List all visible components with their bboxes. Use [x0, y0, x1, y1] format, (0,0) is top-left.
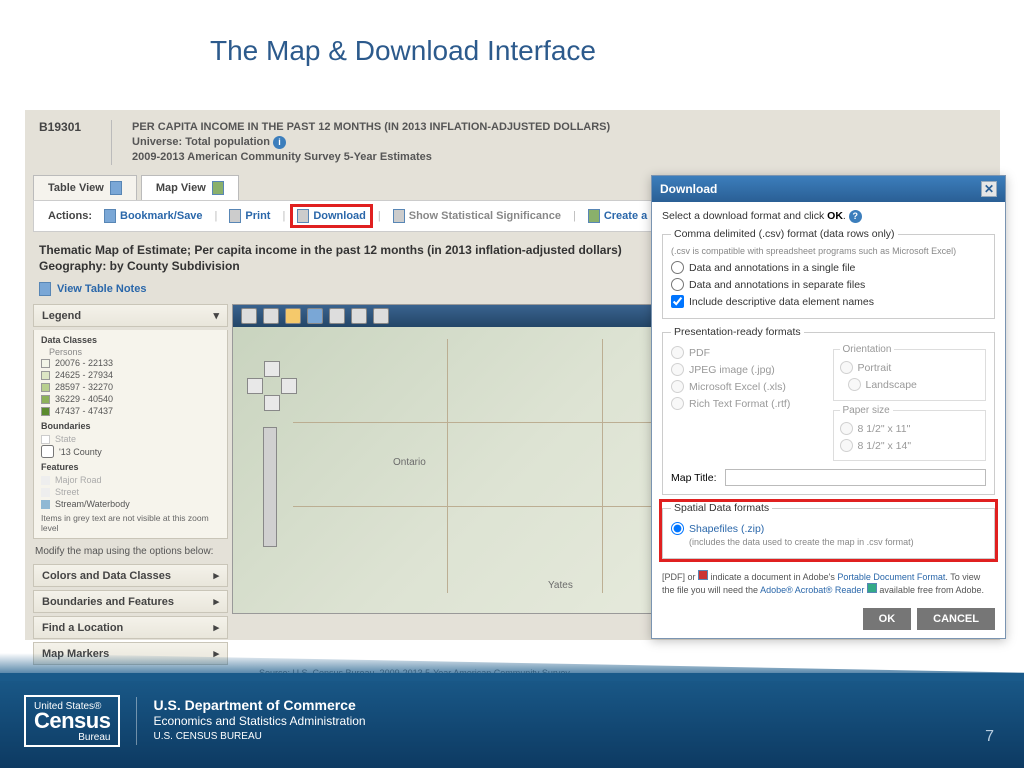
- modal-header: Download ✕: [652, 176, 1005, 202]
- info-icon[interactable]: i: [273, 136, 286, 149]
- map-title-label: Map Title:: [671, 472, 717, 484]
- jpeg-radio[interactable]: JPEG image (.jpg): [671, 361, 825, 378]
- bookmark-action[interactable]: Bookmark/Save: [100, 207, 207, 225]
- panel-colors[interactable]: Colors and Data Classes▸: [33, 564, 228, 587]
- page-number: 7: [985, 728, 994, 746]
- map-title-input[interactable]: [725, 469, 986, 486]
- table-icon: [110, 181, 122, 195]
- shapefile-radio[interactable]: Shapefiles (.zip): [671, 520, 986, 537]
- tab-table-view[interactable]: Table View: [33, 175, 137, 200]
- pan-button[interactable]: [285, 308, 301, 324]
- map-label-ontario: Ontario: [393, 457, 426, 468]
- survey: 2009-2013 American Community Survey 5-Ye…: [132, 150, 610, 165]
- tab-map-view[interactable]: Map View: [141, 175, 239, 200]
- stats-icon: [393, 209, 405, 223]
- print-icon: [229, 209, 241, 223]
- table-id: B19301: [39, 120, 112, 165]
- pdf-format-link[interactable]: Portable Document Format: [837, 572, 945, 582]
- zoom-slider[interactable]: [263, 427, 277, 547]
- legend-range: 20076 - 22133: [41, 357, 220, 369]
- map-label-yates: Yates: [548, 580, 573, 591]
- chevron-right-icon: ▸: [213, 595, 219, 608]
- legend-range: 36229 - 40540: [41, 393, 220, 405]
- print-action[interactable]: Print: [225, 207, 274, 225]
- bookmark-icon: [104, 209, 116, 223]
- pan-south-button[interactable]: [264, 395, 280, 411]
- map-icon: [212, 181, 224, 195]
- select-button[interactable]: [351, 308, 367, 324]
- panel-boundaries[interactable]: Boundaries and Features▸: [33, 590, 228, 613]
- pan-north-button[interactable]: [264, 361, 280, 377]
- view-tabs: Table View Map View: [33, 175, 239, 200]
- county-checkbox[interactable]: [41, 445, 54, 458]
- pdf-icon: [698, 570, 708, 580]
- download-action[interactable]: Download: [293, 207, 370, 225]
- chevron-down-icon: ▾: [213, 309, 219, 322]
- rtf-radio[interactable]: Rich Text Format (.rtf): [671, 395, 825, 412]
- acrobat-link[interactable]: Adobe® Acrobat® Reader: [760, 585, 864, 595]
- landscape-radio[interactable]: Landscape: [848, 376, 917, 393]
- legend-body: Data Classes Persons 20076 - 2213324625 …: [33, 330, 228, 539]
- help-icon[interactable]: ?: [849, 210, 862, 223]
- csv-descriptive-check[interactable]: Include descriptive data element names: [671, 293, 986, 310]
- ok-button[interactable]: OK: [863, 608, 912, 630]
- slide-footer: United States® Census Bureau U.S. Depart…: [0, 673, 1024, 768]
- create-icon: [588, 209, 600, 223]
- csv-single-radio[interactable]: Data and annotations in a single file: [671, 259, 986, 276]
- sidebar: Legend▾ Data Classes Persons 20076 - 221…: [33, 304, 228, 665]
- csv-fieldset: Comma delimited (.csv) format (data rows…: [662, 228, 995, 319]
- cancel-button[interactable]: CANCEL: [917, 608, 995, 630]
- zoom-in-button[interactable]: [241, 308, 257, 324]
- slide-title: The Map & Download Interface: [0, 0, 1024, 82]
- paper-14-radio[interactable]: 8 1/2" x 14": [840, 437, 980, 454]
- download-icon: [297, 209, 309, 223]
- external-icon: [867, 583, 877, 593]
- portrait-radio[interactable]: Portrait: [840, 359, 980, 376]
- modal-footnote: [PDF] or indicate a document in Adobe's …: [662, 566, 995, 604]
- extent-button[interactable]: [307, 308, 323, 324]
- table-title: PER CAPITA INCOME IN THE PAST 12 MONTHS …: [132, 120, 610, 135]
- close-icon[interactable]: ✕: [981, 181, 997, 197]
- stats-action[interactable]: Show Statistical Significance: [389, 207, 565, 225]
- legend-range: 47437 - 47437: [41, 405, 220, 417]
- presentation-fieldset: Presentation-ready formats PDF JPEG imag…: [662, 326, 995, 495]
- notes-icon: [39, 282, 51, 296]
- identify-button[interactable]: [329, 308, 345, 324]
- zoom-out-button[interactable]: [263, 308, 279, 324]
- nav-pad: [247, 361, 297, 411]
- xls-radio[interactable]: Microsoft Excel (.xls): [671, 378, 825, 395]
- spatial-fieldset: Spatial Data formats Shapefiles (.zip) (…: [662, 502, 995, 559]
- csv-separate-radio[interactable]: Data and annotations in separate files: [671, 276, 986, 293]
- pan-west-button[interactable]: [247, 378, 263, 394]
- universe: Universe: Total population: [132, 136, 270, 148]
- print-map-button[interactable]: [373, 308, 389, 324]
- download-modal: Download ✕ Select a download format and …: [651, 175, 1006, 639]
- census-logo: United States® Census Bureau: [24, 695, 120, 747]
- actions-label: Actions:: [48, 210, 92, 222]
- modify-label: Modify the map using the options below:: [33, 542, 228, 561]
- department-info: U.S. Department of Commerce Economics an…: [136, 697, 365, 745]
- table-header: B19301 PER CAPITA INCOME IN THE PAST 12 …: [25, 110, 1000, 171]
- pdf-radio[interactable]: PDF: [671, 344, 825, 361]
- paper-11-radio[interactable]: 8 1/2" x 11": [840, 420, 980, 437]
- pan-east-button[interactable]: [281, 378, 297, 394]
- legend-range: 28597 - 32270: [41, 381, 220, 393]
- legend-range: 24625 - 27934: [41, 369, 220, 381]
- chevron-right-icon: ▸: [213, 621, 219, 634]
- chevron-right-icon: ▸: [213, 569, 219, 582]
- panel-find[interactable]: Find a Location▸: [33, 616, 228, 639]
- legend-header[interactable]: Legend▾: [33, 304, 228, 327]
